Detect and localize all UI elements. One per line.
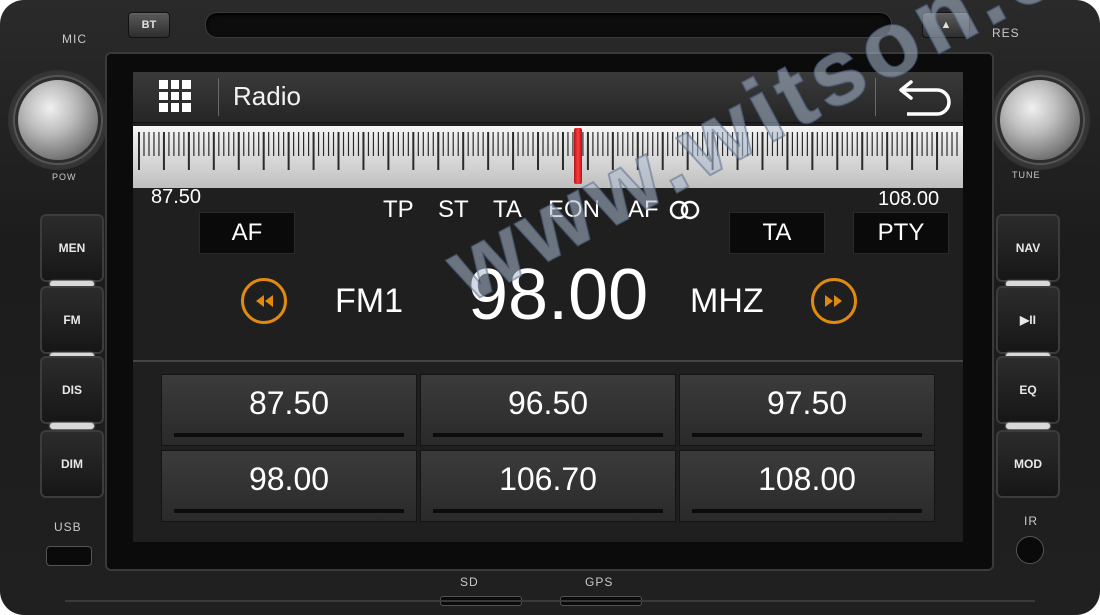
- eon-indicator: EON: [548, 196, 601, 223]
- bluetooth-button[interactable]: BT: [128, 12, 170, 38]
- bottom-trim: [65, 600, 1035, 602]
- usb-label: USB: [54, 520, 82, 534]
- preset-value: 108.00: [758, 461, 856, 497]
- preset-value: 98.00: [248, 461, 330, 497]
- rewind-icon: [256, 295, 273, 307]
- reset-label: RES: [992, 26, 1020, 40]
- usb-port: [46, 546, 92, 566]
- scale-min-label: 87.50: [151, 186, 202, 208]
- preset-value: 96.50: [507, 385, 589, 421]
- nav-side-button[interactable]: NAV: [996, 214, 1060, 287]
- grid-menu-icon[interactable]: [159, 80, 191, 112]
- mic-label: MIC: [62, 32, 87, 46]
- fm-side-label: FM: [63, 313, 81, 327]
- eq-side-label: EQ: [1019, 383, 1037, 397]
- tune-label: TUNE: [1012, 170, 1041, 180]
- ta-button[interactable]: TA: [729, 212, 825, 254]
- tune-knob[interactable]: [997, 77, 1083, 163]
- preset-button-3[interactable]: 97.50: [679, 374, 935, 446]
- power-volume-knob[interactable]: [15, 77, 101, 163]
- display-side-label: DIS: [61, 383, 82, 397]
- title-separator: [218, 78, 219, 116]
- power-label: POW: [52, 172, 77, 182]
- preset-button-2[interactable]: 96.50: [420, 374, 676, 446]
- disc-slot: [205, 12, 892, 38]
- seek-forward-button[interactable]: [811, 278, 857, 324]
- dim-side-button[interactable]: DIM: [40, 430, 104, 498]
- eq-side-button[interactable]: EQ: [996, 356, 1060, 429]
- tp-indicator: TP: [383, 196, 414, 223]
- title-bar: Radio: [133, 72, 963, 123]
- dim-side-label: DIM: [61, 457, 83, 471]
- play-pause-side-button[interactable]: ▶II: [996, 286, 1060, 359]
- af-button[interactable]: AF: [199, 212, 295, 254]
- frequency-display: 98.00: [468, 255, 649, 335]
- unit-label: MHZ: [690, 282, 764, 320]
- scale-ticks: [138, 132, 958, 170]
- preset-value: 87.50: [248, 385, 330, 421]
- preset-button-6[interactable]: 108.00: [679, 450, 935, 522]
- ir-label: IR: [1024, 514, 1038, 528]
- fast-forward-icon: [825, 295, 842, 307]
- fm-side-button[interactable]: FM: [40, 286, 104, 359]
- sd-label: SD: [460, 575, 479, 589]
- tuning-needle[interactable]: [573, 128, 582, 184]
- band-label: FM1: [335, 282, 403, 320]
- preset-value: 97.50: [766, 385, 848, 421]
- gps-label: GPS: [585, 575, 614, 589]
- mode-side-label: MOD: [1014, 457, 1042, 471]
- menu-side-button[interactable]: MEN: [40, 214, 104, 287]
- preset-button-5[interactable]: 106.70: [420, 450, 676, 522]
- seek-back-button[interactable]: [241, 278, 287, 324]
- mode-side-button[interactable]: MOD: [996, 430, 1060, 498]
- nav-side-label: NAV: [1015, 241, 1041, 255]
- af-indicator: AF: [628, 196, 659, 223]
- frequency-scale[interactable]: [133, 126, 963, 188]
- ir-sensor: [1016, 536, 1044, 564]
- radio-screen: Radio 87.50 108.00 TP ST TA EON AF AF TA…: [133, 72, 963, 542]
- scale-max-label: 108.00: [878, 188, 940, 210]
- link-rings-icon: [669, 200, 700, 220]
- pty-button[interactable]: PTY: [853, 212, 949, 254]
- page-title: Radio: [233, 81, 301, 111]
- back-arrow-icon[interactable]: [893, 78, 955, 118]
- st-indicator: ST: [438, 196, 469, 223]
- ta-indicator: TA: [493, 196, 522, 223]
- preset-button-4[interactable]: 98.00: [161, 450, 417, 522]
- preset-button-1[interactable]: 87.50: [161, 374, 417, 446]
- preset-divider: [133, 360, 963, 362]
- menu-side-label: MEN: [58, 241, 86, 255]
- play-pause-side-label: ▶II: [1020, 313, 1036, 327]
- eject-button[interactable]: ▲: [922, 12, 970, 38]
- back-separator: [875, 78, 876, 116]
- display-side-button[interactable]: DIS: [40, 356, 104, 429]
- preset-value: 106.70: [499, 461, 597, 497]
